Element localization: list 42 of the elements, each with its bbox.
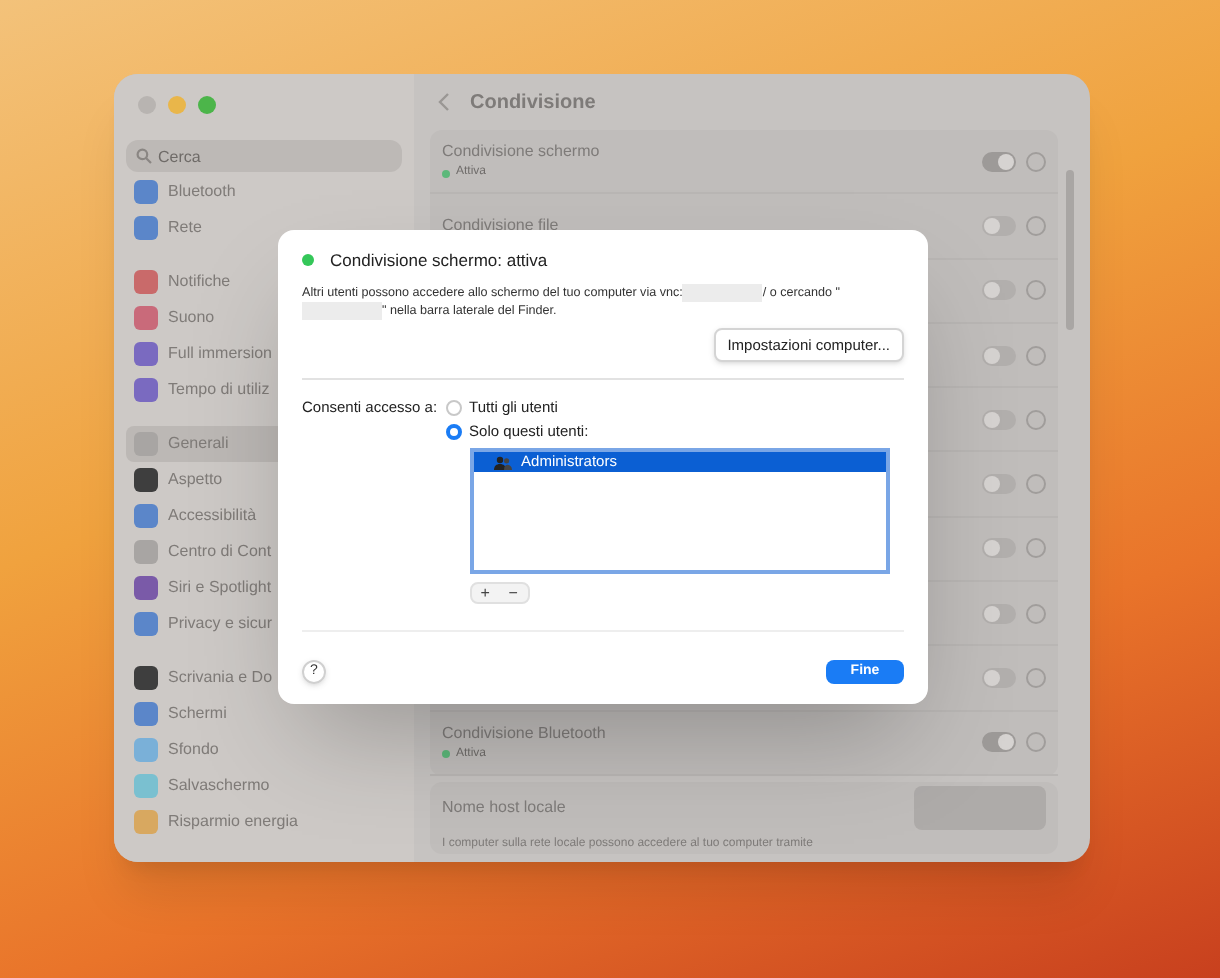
sidebar-item[interactable]: Schermi	[126, 696, 402, 732]
toggle-switch[interactable]	[982, 603, 1016, 624]
users-icon	[493, 455, 512, 469]
info-icon[interactable]	[1026, 603, 1046, 624]
toggle-switch[interactable]	[982, 280, 1016, 301]
info-icon[interactable]	[1026, 538, 1046, 559]
toggle-switch[interactable]	[982, 538, 1016, 559]
minimize-button[interactable]	[168, 96, 186, 114]
sidebar-item[interactable]: Bluetooth	[126, 174, 402, 210]
sidebar-item[interactable]: Rete	[126, 210, 402, 246]
toggle-switch[interactable]	[982, 345, 1016, 366]
back-icon[interactable]	[438, 92, 450, 112]
service-label: Condivisione file	[442, 213, 561, 238]
sidebar-item[interactable]: Sfondo	[126, 732, 402, 768]
info-icon[interactable]	[1026, 668, 1046, 689]
toggle-switch[interactable]	[982, 151, 1016, 172]
info-icon[interactable]	[1026, 280, 1046, 301]
add-button[interactable]: +	[471, 584, 500, 602]
service-label: Condivisione schermo	[442, 140, 602, 165]
hostname-field[interactable]	[914, 785, 1046, 830]
info-icon[interactable]	[1026, 151, 1046, 172]
radio-button[interactable]	[445, 424, 462, 440]
remove-button[interactable]: −	[499, 584, 528, 602]
hostname-label: Nome host locale	[442, 795, 566, 820]
toggle-switch[interactable]	[982, 409, 1016, 430]
toggle-switch[interactable]	[982, 215, 1016, 236]
info-icon[interactable]	[1026, 409, 1046, 430]
search-field[interactable]: Cerca	[126, 140, 402, 172]
toggle-switch[interactable]	[982, 668, 1016, 689]
radio-button[interactable]	[445, 400, 462, 416]
info-icon[interactable]	[1026, 345, 1046, 366]
sidebar-item[interactable]: Risparmio energia	[126, 804, 402, 840]
info-icon[interactable]	[1026, 474, 1046, 495]
toggle-switch[interactable]	[982, 474, 1016, 495]
service-label: Condivisione Bluetooth	[442, 721, 608, 746]
info-icon[interactable]	[1026, 215, 1046, 236]
window-title: Condivisione	[470, 89, 596, 117]
sheet-title: Condivisione schermo: attiva	[330, 248, 548, 274]
zoom-button[interactable]	[198, 96, 216, 114]
sidebar-item[interactable]: Salvaschermo	[126, 768, 402, 804]
toggle-switch[interactable]	[982, 732, 1016, 753]
info-icon[interactable]	[1026, 732, 1046, 753]
